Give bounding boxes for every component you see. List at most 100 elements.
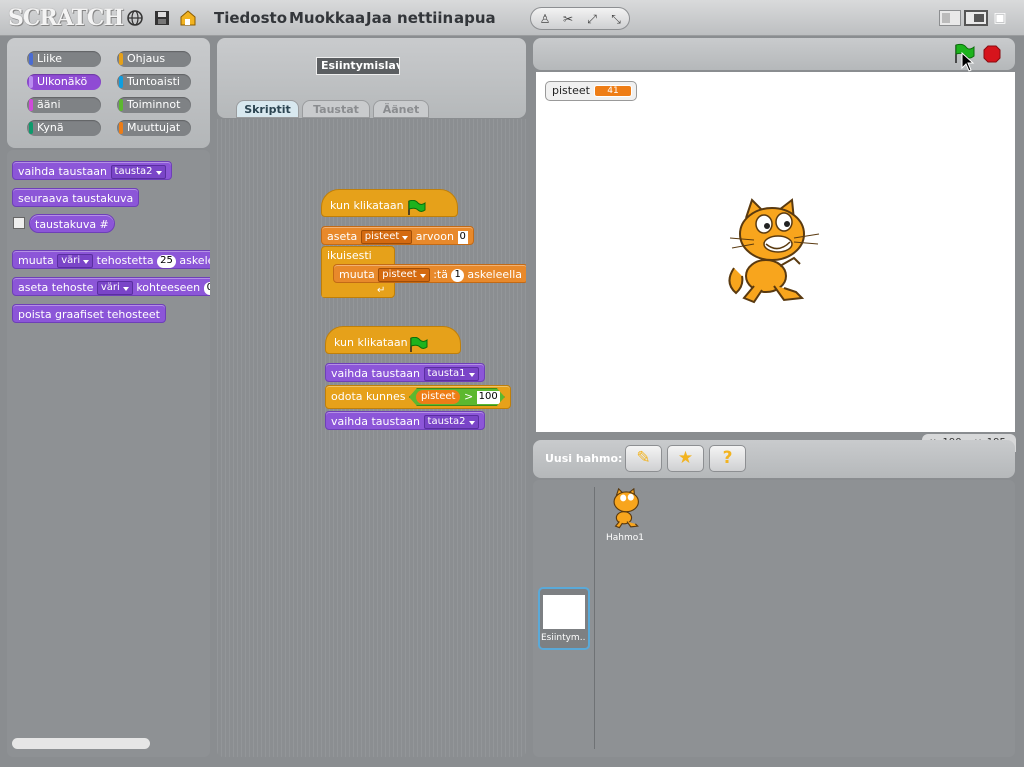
- sprite-name: Hahmo1: [606, 533, 644, 543]
- share-icon[interactable]: [179, 9, 197, 27]
- normal-layout-icon[interactable]: [964, 10, 988, 26]
- effect-value-input[interactable]: 0: [203, 281, 210, 295]
- block-switch-backdrop[interactable]: vaihda taustaan tausta1: [325, 363, 485, 382]
- tab-sounds[interactable]: Äänet: [373, 100, 429, 118]
- block-text: ikuisesti: [327, 249, 372, 262]
- menu-help[interactable]: apua: [454, 9, 496, 27]
- monitor-label: pisteet: [552, 84, 590, 97]
- block-change-effect[interactable]: muuta väri tehostetta 25 askele: [12, 250, 210, 269]
- variable-monitor[interactable]: pisteet 41: [545, 81, 637, 101]
- category-color-bar: [29, 76, 33, 88]
- top-bar: SCRATCH Tiedosto Muokkaa Jaa nettiin apu…: [0, 0, 1024, 36]
- effect-amount-input[interactable]: 25: [157, 254, 176, 268]
- edit-mode-buttons: ♙ ✂ ⤢ ⤡: [530, 7, 630, 30]
- stage[interactable]: [536, 72, 1015, 432]
- category-label: Liike: [37, 52, 62, 65]
- block-when-flag-clicked[interactable]: kun klikataan: [325, 326, 461, 354]
- sprite-list-divider: [594, 487, 595, 749]
- set-value-input[interactable]: 0: [457, 230, 468, 244]
- category-operators[interactable]: Toiminnot: [117, 97, 191, 113]
- category-color-bar: [119, 99, 123, 111]
- category-sound[interactable]: ääni: [27, 97, 101, 113]
- backdrop-dropdown[interactable]: tausta2: [423, 415, 479, 429]
- sprite-thumbnail[interactable]: Hahmo1: [604, 488, 650, 546]
- stage-thumbnail-label: Esiintym..: [541, 633, 586, 643]
- category-looks[interactable]: Ulkonäkö: [27, 74, 101, 90]
- category-color-bar: [119, 76, 123, 88]
- category-selector: Liike Ohjaus Ulkonäkö Tuntoaisti ääni To…: [7, 38, 210, 148]
- category-motion[interactable]: Liike: [27, 51, 101, 67]
- category-control[interactable]: Ohjaus: [117, 51, 191, 67]
- presentation-mode-icon[interactable]: ▣: [992, 10, 1008, 26]
- block-text: aseta: [327, 230, 358, 243]
- effect-dropdown[interactable]: väri: [57, 254, 94, 268]
- category-label: Kynä: [37, 121, 64, 134]
- variable-dropdown[interactable]: pisteet: [360, 230, 413, 244]
- block-backdrop-number[interactable]: taustakuva #: [29, 214, 115, 233]
- menu-edit[interactable]: Muokkaa: [289, 9, 365, 27]
- block-text: vaihda taustaan: [18, 165, 108, 178]
- new-sprite-label: Uusi hahmo:: [545, 452, 623, 465]
- stage-thumbnail[interactable]: Esiintym..: [538, 587, 590, 650]
- block-text: muuta: [18, 254, 54, 267]
- category-color-bar: [29, 122, 33, 134]
- category-variables[interactable]: Muuttujat: [117, 120, 191, 136]
- block-set-variable[interactable]: aseta pisteet arvoon 0: [321, 226, 474, 245]
- block-palette: vaihda taustaan tausta2 seuraava taustak…: [7, 150, 210, 757]
- variable-reporter[interactable]: pisteet: [416, 390, 460, 404]
- block-wait-until[interactable]: odota kunnes pisteet > 100: [325, 385, 511, 409]
- save-icon[interactable]: [153, 9, 171, 27]
- tab-backdrops[interactable]: Taustat: [302, 100, 370, 118]
- backdrop-dropdown[interactable]: tausta1: [423, 367, 479, 381]
- shrink-icon[interactable]: ⤡: [607, 11, 625, 27]
- stop-button[interactable]: [983, 45, 1001, 63]
- block-text: seuraava taustakuva: [18, 192, 134, 205]
- duplicate-icon[interactable]: ♙: [536, 11, 554, 27]
- block-text: aseta tehoste: [18, 281, 94, 294]
- effect-dropdown[interactable]: väri: [96, 281, 133, 295]
- block-text: odota kunnes: [331, 390, 406, 403]
- sprite-name-field[interactable]: Esiintymislava: [316, 57, 400, 75]
- backdrop-dropdown[interactable]: tausta2: [110, 165, 166, 179]
- block-switch-backdrop[interactable]: vaihda taustaan tausta2: [12, 161, 172, 180]
- menu-file[interactable]: Tiedosto: [214, 9, 287, 27]
- block-text: muuta: [339, 268, 375, 281]
- block-text: poista graafiset tehosteet: [18, 308, 160, 321]
- category-sensing[interactable]: Tuntoaisti: [117, 74, 191, 90]
- category-color-bar: [119, 53, 123, 65]
- question-star-icon: ?: [722, 448, 733, 468]
- block-text: kohteeseen: [136, 281, 201, 294]
- block-text: vaihda taustaan: [331, 415, 421, 428]
- block-set-effect[interactable]: aseta tehoste väri kohteeseen 0: [12, 277, 210, 296]
- menu-share[interactable]: Jaa nettiin: [366, 9, 453, 27]
- folder-star-icon: ★: [677, 448, 694, 468]
- block-next-backdrop[interactable]: seuraava taustakuva: [12, 188, 140, 207]
- stage-header: [533, 38, 1015, 72]
- globe-icon[interactable]: [126, 9, 144, 27]
- category-label: Ohjaus: [127, 52, 166, 65]
- block-change-variable[interactable]: muuta pisteet :tä 1 askeleella: [333, 264, 526, 283]
- greater-than-operator[interactable]: pisteet > 100: [409, 388, 505, 406]
- delete-icon[interactable]: ✂: [559, 11, 577, 27]
- block-when-flag-clicked[interactable]: kun klikataan: [321, 189, 458, 217]
- tab-scripts[interactable]: Skriptit: [236, 100, 299, 118]
- cat-sprite[interactable]: [724, 198, 824, 308]
- small-stage-layout-icon[interactable]: [939, 10, 961, 26]
- block-clear-effects[interactable]: poista graafiset tehosteet: [12, 304, 166, 323]
- palette-scrollbar[interactable]: [12, 738, 150, 749]
- choose-sprite-file-button[interactable]: ★: [667, 445, 704, 472]
- loop-arrow-icon: ↵: [377, 285, 386, 296]
- compare-value-input[interactable]: 100: [477, 391, 500, 404]
- random-sprite-button[interactable]: ?: [709, 445, 746, 472]
- change-amount-input[interactable]: 1: [451, 268, 464, 282]
- variable-dropdown[interactable]: pisteet: [378, 268, 430, 282]
- block-switch-backdrop[interactable]: vaihda taustaan tausta2: [325, 411, 485, 430]
- category-label: ääni: [37, 98, 61, 111]
- backdrop-number-checkbox[interactable]: [13, 217, 25, 229]
- cat-thumbnail-icon: [613, 488, 639, 529]
- grow-icon[interactable]: ⤢: [583, 11, 601, 27]
- green-flag-icon: [410, 337, 428, 352]
- scripts-area[interactable]: kun klikataan aseta pisteet arvoon 0 iku…: [217, 119, 526, 757]
- paint-new-sprite-button[interactable]: ✎: [625, 445, 662, 472]
- category-pen[interactable]: Kynä: [27, 120, 101, 136]
